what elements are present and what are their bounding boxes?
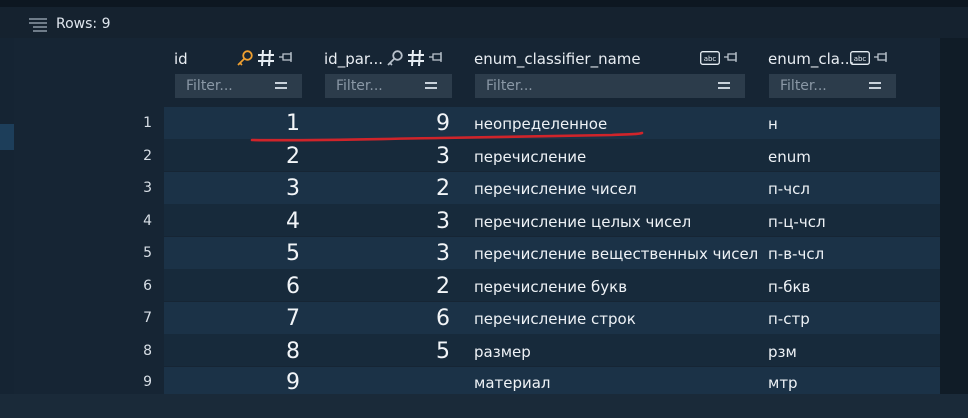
hash-icon bbox=[408, 49, 424, 67]
cell-enum-classifier-name[interactable]: неопределенное bbox=[474, 115, 607, 133]
bottom-bar bbox=[0, 394, 968, 418]
cell-id-parent[interactable]: 2 bbox=[410, 274, 450, 299]
grid-margin bbox=[940, 38, 968, 394]
cell-enum-cla[interactable]: п-в-чсл bbox=[768, 245, 824, 263]
column-header-id-parent[interactable]: id_par... bbox=[324, 50, 383, 68]
column-header-enum-cla[interactable]: enum_cla... bbox=[768, 50, 854, 68]
cell-id[interactable]: 9 bbox=[260, 370, 300, 395]
pin-icon[interactable] bbox=[428, 50, 444, 66]
row-number: 5 bbox=[143, 245, 152, 261]
cell-id-parent[interactable]: 6 bbox=[410, 306, 450, 331]
cell-id[interactable]: 6 bbox=[260, 274, 300, 299]
top-bar bbox=[0, 0, 968, 7]
abc-icon: abc bbox=[700, 51, 720, 65]
column-header-id[interactable]: id bbox=[174, 50, 188, 68]
cell-id-parent[interactable]: 5 bbox=[410, 339, 450, 364]
rows-icon bbox=[29, 18, 47, 32]
column-header-id-parent-icons bbox=[386, 48, 444, 68]
filter-operator-icon[interactable] bbox=[275, 80, 287, 91]
row-number: 3 bbox=[143, 180, 152, 196]
cell-enum-cla[interactable]: п-чсл bbox=[768, 180, 810, 198]
row-number: 2 bbox=[143, 148, 152, 164]
row-number: 8 bbox=[143, 343, 152, 359]
cell-enum-cla[interactable]: п-бкв bbox=[768, 278, 810, 296]
cell-id[interactable]: 8 bbox=[260, 339, 300, 364]
cell-id[interactable]: 1 bbox=[260, 111, 300, 136]
cell-enum-cla[interactable]: enum bbox=[768, 148, 811, 166]
row-number: 1 bbox=[143, 115, 152, 131]
cell-enum-classifier-name[interactable]: перечисление целых чисел bbox=[474, 213, 691, 231]
cell-enum-cla[interactable]: мтр bbox=[768, 374, 798, 392]
cell-enum-classifier-name[interactable]: перечисление букв bbox=[474, 278, 627, 296]
column-header-enum-classifier-name[interactable]: enum_classifier_name bbox=[474, 50, 641, 68]
svg-text:abc: abc bbox=[854, 55, 867, 63]
filter-input-enum-classifier-name[interactable] bbox=[475, 74, 745, 98]
filter-operator-icon[interactable] bbox=[869, 80, 881, 91]
cell-enum-classifier-name[interactable]: материал bbox=[474, 374, 551, 392]
cell-enum-cla[interactable]: н bbox=[768, 115, 778, 133]
key-icon bbox=[237, 50, 253, 66]
cell-id-parent[interactable]: 3 bbox=[410, 144, 450, 169]
cell-enum-classifier-name[interactable]: перечисление строк bbox=[474, 310, 636, 328]
cell-id[interactable]: 7 bbox=[260, 306, 300, 331]
abc-icon: abc bbox=[850, 51, 870, 65]
cell-id[interactable]: 3 bbox=[260, 176, 300, 201]
cell-enum-classifier-name[interactable]: перечисление вещественных чисел bbox=[474, 245, 758, 263]
row-number: 4 bbox=[143, 213, 152, 229]
pin-icon[interactable] bbox=[873, 50, 889, 66]
toolbar: Rows: 9 bbox=[0, 7, 968, 38]
pin-icon[interactable] bbox=[278, 50, 294, 66]
cell-id[interactable]: 4 bbox=[260, 209, 300, 234]
cell-id[interactable]: 2 bbox=[260, 144, 300, 169]
filter-operator-icon[interactable] bbox=[718, 80, 730, 91]
cell-id[interactable]: 5 bbox=[260, 241, 300, 266]
filter-operator-icon[interactable] bbox=[425, 80, 437, 91]
row-number: 7 bbox=[143, 310, 152, 326]
column-header-enum-cla-icons: abc bbox=[850, 48, 889, 68]
cell-enum-classifier-name[interactable]: размер bbox=[474, 343, 531, 361]
cell-enum-cla[interactable]: п-ц-чсл bbox=[768, 213, 826, 231]
cell-id-parent[interactable]: 3 bbox=[410, 209, 450, 234]
row-number: 9 bbox=[143, 374, 152, 390]
pin-icon[interactable] bbox=[723, 50, 739, 66]
left-panel bbox=[0, 38, 14, 394]
cell-enum-cla[interactable]: п-стр bbox=[768, 310, 810, 328]
cell-enum-classifier-name[interactable]: перечисление чисел bbox=[474, 180, 637, 198]
cell-id-parent[interactable]: 3 bbox=[410, 241, 450, 266]
column-header-id-icons bbox=[236, 48, 294, 68]
left-panel-selection bbox=[0, 124, 14, 150]
cell-enum-cla[interactable]: рзм bbox=[768, 343, 797, 361]
cell-id-parent[interactable]: 9 bbox=[410, 111, 450, 136]
cell-id-parent[interactable]: 2 bbox=[410, 176, 450, 201]
row-number: 6 bbox=[143, 278, 152, 294]
column-header-enum-classifier-name-icons: abc bbox=[700, 48, 739, 68]
svg-text:abc: abc bbox=[704, 55, 717, 63]
rows-count: Rows: 9 bbox=[56, 16, 111, 32]
hash-icon bbox=[258, 49, 274, 67]
cell-enum-classifier-name[interactable]: перечисление bbox=[474, 148, 586, 166]
key-icon bbox=[387, 50, 403, 66]
